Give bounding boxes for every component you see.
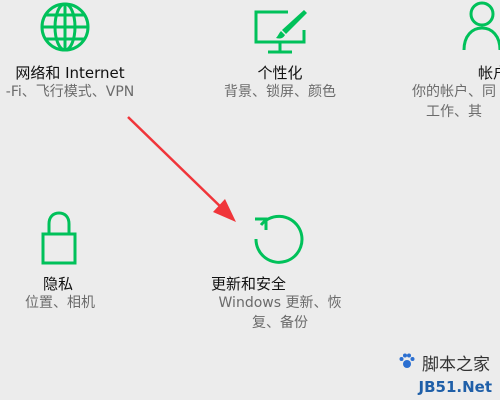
watermark: 脚本之家 JB51.Net: [396, 350, 492, 396]
personalization-icon: [254, 10, 307, 54]
tile-accounts[interactable]: 帐户 你的帐户、同 工作、其: [390, 0, 500, 130]
tile-description-line: 工作、其: [426, 104, 482, 120]
tile-label: 帐户: [478, 64, 500, 82]
refresh-icon: [254, 214, 304, 264]
tile-description: -Fi、飞行模式、VPN: [0, 82, 170, 102]
tile-label: 个性化: [257, 64, 303, 82]
tile-description: Windows 更新、恢 复、备份: [195, 293, 365, 333]
tile-description-line: Windows 更新、恢: [218, 295, 342, 311]
tile-personalization[interactable]: 个性化 背景、锁屏、颜色: [180, 0, 380, 110]
tile-description-line: 你的帐户、同: [412, 84, 496, 100]
tile-network-internet[interactable]: 网络和 Internet -Fi、飞行模式、VPN: [0, 0, 170, 110]
lock-icon: [41, 211, 77, 265]
paw-logo-icon: [399, 353, 415, 368]
tile-description: 你的帐户、同 工作、其: [390, 82, 500, 122]
tile-description-line: -Fi、飞行模式、VPN: [5, 84, 135, 100]
tile-label: 更新和安全: [211, 275, 287, 293]
tile-label: 网络和 Internet: [15, 64, 125, 82]
tile-update-security[interactable]: 更新和安全 Windows 更新、恢 复、备份: [195, 205, 365, 345]
tile-description-line: 位置、相机: [25, 295, 95, 311]
person-icon: [462, 1, 500, 51]
tile-description: 位置、相机: [0, 293, 140, 313]
globe-icon: [40, 2, 90, 52]
tile-description: 背景、锁屏、颜色: [180, 82, 380, 102]
watermark-bottom-text: JB51.Net: [418, 378, 492, 396]
tile-description-line: 背景、锁屏、颜色: [224, 84, 336, 100]
tile-label: 隐私: [43, 275, 74, 293]
tile-privacy[interactable]: 隐私 位置、相机: [0, 205, 140, 315]
watermark-top-text: 脚本之家: [422, 355, 490, 375]
tile-description-line: 复、备份: [252, 315, 308, 331]
